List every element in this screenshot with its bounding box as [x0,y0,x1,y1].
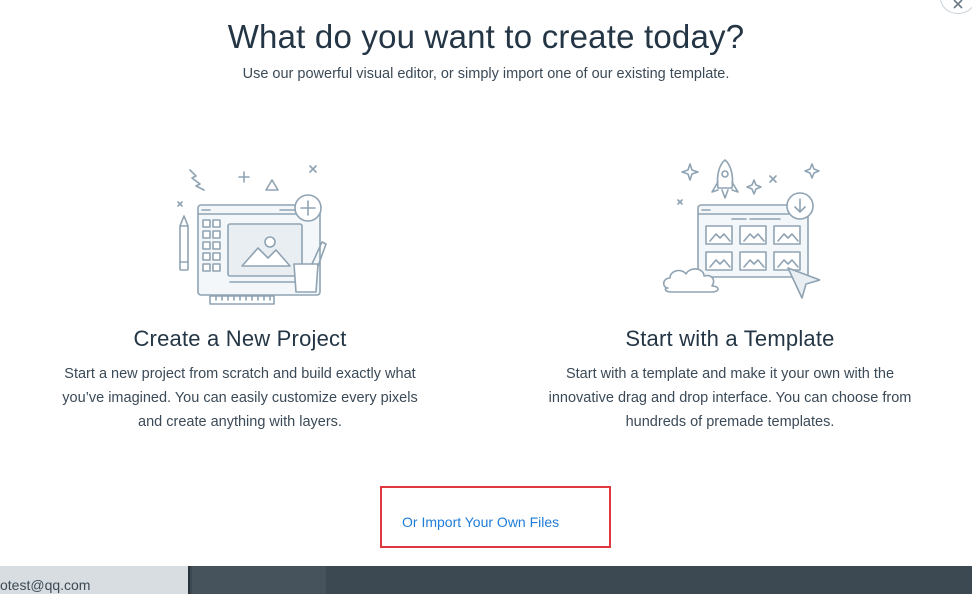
import-files-link[interactable]: Or Import Your Own Files [402,514,559,530]
account-email: otest@qq.com [0,577,91,593]
bottom-bar-section [192,566,326,594]
option-description: Start with a template and make it your o… [548,366,912,430]
option-description: Start a new project from scratch and bui… [62,366,418,430]
option-title: Create a New Project [133,326,347,351]
account-panel[interactable]: otest@qq.com [0,566,190,594]
option-title: Start with a Template [625,326,835,351]
dialog-title: What do you want to create today? [227,18,745,55]
create-new-project-option[interactable]: Create a New Project Start a new project… [40,150,440,434]
editor-illustration-icon [177,165,327,305]
template-illustration-icon [662,159,820,299]
create-dialog: What do you want to create today? Use ou… [0,0,972,594]
dialog-subtitle: Use our powerful visual editor, or simpl… [242,66,730,82]
bottom-bar: otest@qq.com [0,566,972,594]
close-button[interactable] [940,0,972,14]
import-highlight-box: Or Import Your Own Files [380,486,611,548]
close-icon [953,0,963,9]
start-with-template-option[interactable]: Start with a Template Start with a templ… [530,150,930,434]
